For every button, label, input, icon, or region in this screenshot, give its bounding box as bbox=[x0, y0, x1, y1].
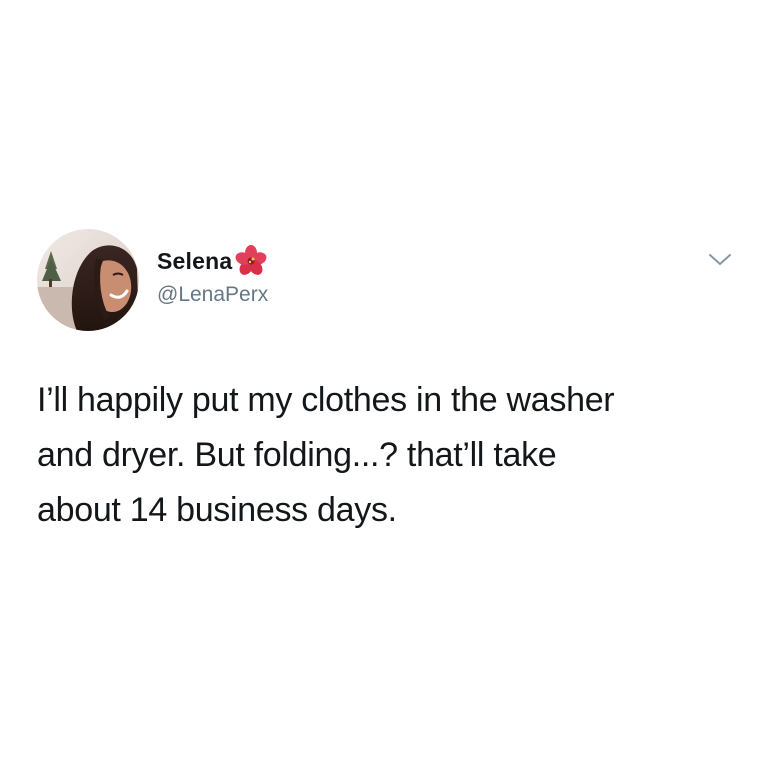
tweet-text: I’ll happily put my clothes in the washe… bbox=[37, 373, 737, 538]
tweet-text-line: about 14 business days. bbox=[37, 491, 397, 529]
avatar-photo bbox=[37, 229, 139, 331]
hibiscus-flower-icon bbox=[234, 244, 268, 278]
chevron-down-icon[interactable] bbox=[707, 251, 733, 269]
author-display-name[interactable]: Selena bbox=[157, 248, 232, 275]
tweet-text-line: I’ll happily put my clothes in the washe… bbox=[37, 381, 615, 419]
tweet-card: Selena @LenaPerx I’ll happily put my clo… bbox=[0, 0, 768, 768]
author-handle[interactable]: @LenaPerx bbox=[157, 283, 268, 307]
tweet-text-line: and dryer. But folding...? that’ll take bbox=[37, 436, 557, 474]
author-name-row[interactable]: Selena bbox=[157, 244, 268, 278]
author-avatar[interactable] bbox=[37, 229, 139, 331]
